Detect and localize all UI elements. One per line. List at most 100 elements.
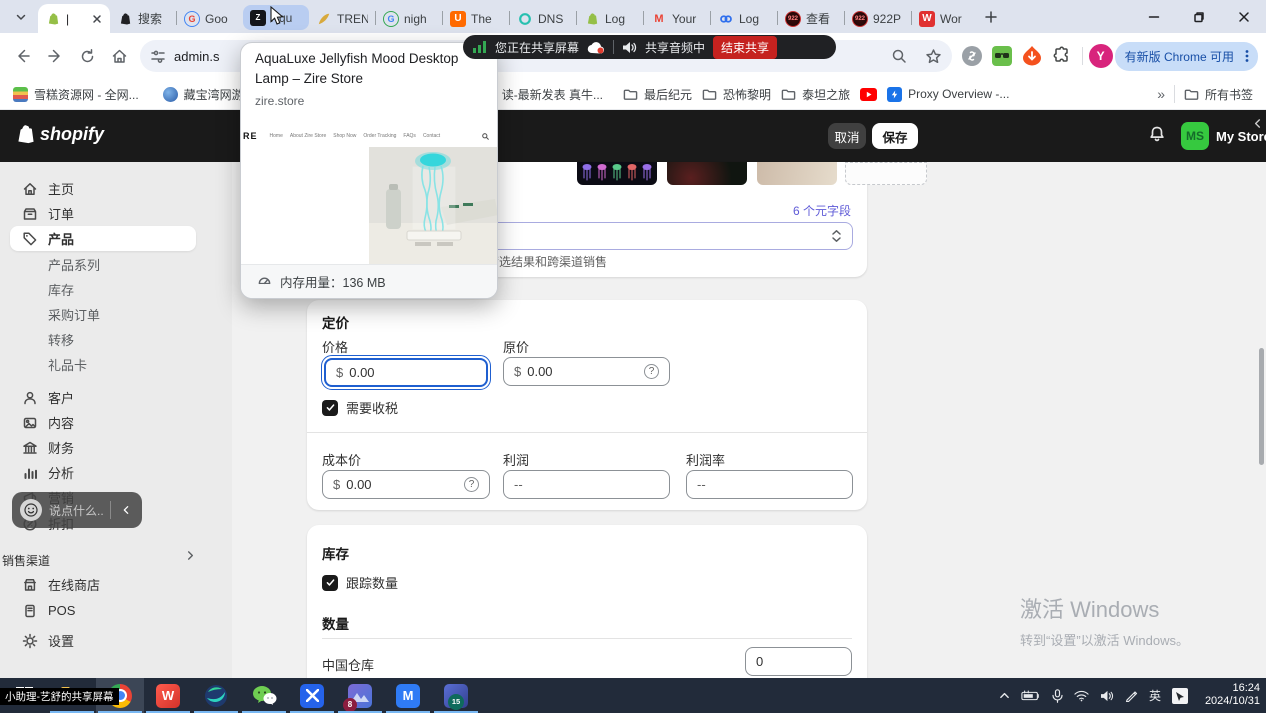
snipping-tray-icon[interactable] (1172, 688, 1188, 704)
back-icon[interactable] (8, 41, 38, 71)
sidebar-item-finances[interactable]: 财务 (10, 435, 196, 460)
compare-price-input[interactable]: $ 0.00 ? (503, 357, 670, 386)
product-image-thumbnail[interactable] (577, 162, 657, 185)
sidebar-item-orders[interactable]: 订单 (10, 201, 196, 226)
quantity-input[interactable]: 0 (745, 647, 852, 676)
wechat-taskbar-button[interactable] (240, 678, 288, 713)
tab-goo[interactable]: G Goo (177, 4, 243, 33)
sunglasses-extension-icon[interactable] (988, 42, 1016, 70)
site-info-icon[interactable] (150, 48, 166, 64)
taskbar-clock[interactable]: 16:24 2024/10/31 (1205, 682, 1260, 708)
add-media-placeholder[interactable] (845, 162, 927, 185)
metafields-link[interactable]: 6 个元字段 (793, 202, 851, 219)
help-icon[interactable]: ? (464, 477, 479, 492)
sidebar-item-gift-cards[interactable]: 礼品卡 (10, 352, 196, 377)
wps-taskbar-button[interactable]: W (144, 678, 192, 713)
tab-login1[interactable]: Log (577, 4, 643, 33)
show-hidden-icons-chevron[interactable] (999, 690, 1010, 701)
sidebar-item-analytics[interactable]: 分析 (10, 460, 196, 485)
tab-active-shopify[interactable]: | (38, 4, 110, 33)
window-restore-icon[interactable] (1176, 0, 1221, 33)
profile-avatar[interactable]: Y (1089, 44, 1113, 68)
volume-icon[interactable] (1100, 690, 1114, 702)
bookmark-xuegao[interactable]: 雪糕资源网 - 全网... (8, 83, 144, 106)
window-close-icon[interactable] (1221, 0, 1266, 33)
tab-search-shopify[interactable]: 搜索 (110, 4, 176, 33)
chat-placeholder[interactable]: 说点什么... (49, 502, 103, 519)
price-input[interactable]: $ 0.00 (324, 358, 488, 387)
microphone-icon[interactable] (1052, 689, 1063, 703)
cancel-button[interactable]: 取消 (828, 123, 866, 149)
sidebar-item-home[interactable]: 主页 (10, 176, 196, 201)
bookmarks-overflow-chevron[interactable]: » (1152, 83, 1170, 105)
new-tab-button[interactable] (978, 4, 1004, 30)
bookmark-proxy-overview[interactable]: Proxy Overview -... (882, 84, 1014, 105)
wifi-icon[interactable] (1074, 690, 1089, 702)
teal-app-taskbar-button[interactable] (192, 678, 240, 713)
checkbox-checked-icon[interactable] (322, 575, 338, 591)
sidebar-item-online-store[interactable]: 在线商店 (10, 572, 196, 597)
download-extension-icon[interactable] (1018, 42, 1046, 70)
badge15-app-taskbar-button[interactable]: 15 (432, 678, 480, 713)
blue-x-app-taskbar-button[interactable] (288, 678, 336, 713)
tab-gmail[interactable]: M Your (644, 4, 710, 33)
collapse-chevron-icon[interactable] (1252, 118, 1263, 129)
chrome-update-chip[interactable]: 有新版 Chrome 可用 (1115, 42, 1258, 71)
sidebar-item-customers[interactable]: 客户 (10, 385, 196, 410)
tab-night[interactable]: G nigh (376, 4, 442, 33)
tab-close-icon[interactable] (91, 13, 103, 25)
bookmark-cangbaowan[interactable]: 藏宝湾网游 (158, 83, 249, 106)
collapse-left-icon[interactable] (118, 505, 134, 515)
zoom-icon[interactable] (891, 48, 907, 64)
tab-trendsi[interactable]: TREN (309, 4, 375, 33)
notifications-bell-icon[interactable] (1148, 125, 1166, 143)
sidebar-item-inventory[interactable]: 库存 (10, 277, 196, 302)
sidebar-item-purchase-orders[interactable]: 采购订单 (10, 302, 196, 327)
all-bookmarks-folder[interactable]: 所有书签 (1179, 83, 1258, 106)
bookmark-folder-titan-quest[interactable]: 泰坦之旅 (776, 83, 855, 106)
cost-input[interactable]: $ 0.00 ? (322, 470, 490, 499)
assistant-chat-widget[interactable]: 说点什么... (12, 492, 142, 528)
tab-login2[interactable]: Log (711, 4, 777, 33)
bookmark-youtube[interactable] (855, 85, 882, 104)
meeting-app-taskbar-button[interactable]: M (384, 678, 432, 713)
tab-922-view[interactable]: 922 查看 (778, 4, 844, 33)
track-quantity-row[interactable]: 跟踪数量 (322, 573, 398, 592)
sidebar-item-products[interactable]: 产品 (10, 226, 196, 251)
sidebar-item-content[interactable]: 内容 (10, 410, 196, 435)
forward-icon[interactable] (40, 41, 70, 71)
sidebar-item-settings[interactable]: 设置 (10, 628, 196, 653)
tab-dns[interactable]: DNS (510, 4, 576, 33)
checkbox-checked-icon[interactable] (322, 400, 338, 416)
extensions-puzzle-icon[interactable] (1048, 42, 1076, 70)
product-image-thumbnail[interactable] (667, 162, 747, 185)
sidebar-item-collections[interactable]: 产品系列 (10, 252, 196, 277)
sidebar-item-transfers[interactable]: 转移 (10, 327, 196, 352)
chevron-right-icon[interactable] (185, 550, 196, 561)
bookmark-star-icon[interactable] (925, 48, 942, 65)
tab-the[interactable]: U The (443, 4, 509, 33)
product-image-thumbnail[interactable] (757, 162, 837, 185)
page-scrollbar-thumb[interactable] (1259, 348, 1264, 465)
battery-icon[interactable] (1021, 690, 1041, 702)
stop-sharing-button[interactable]: 结束共享 (713, 36, 777, 59)
tab-922p[interactable]: 922 922P (845, 4, 911, 33)
ime-indicator[interactable]: 英 (1149, 687, 1161, 704)
reload-icon[interactable] (72, 41, 102, 71)
window-minimize-icon[interactable] (1131, 0, 1176, 33)
tab-word[interactable]: W Wor (912, 4, 978, 33)
help-icon[interactable]: ? (644, 364, 659, 379)
store-name[interactable]: My Store (1216, 129, 1266, 144)
save-button[interactable]: 保存 (872, 123, 918, 149)
charge-tax-row[interactable]: 需要收税 (322, 398, 398, 417)
home-icon[interactable] (104, 41, 134, 71)
sidebar-item-pos[interactable]: POS (10, 598, 196, 623)
badge8-app-taskbar-button[interactable]: 8 (336, 678, 384, 713)
pen-icon[interactable] (1125, 689, 1138, 702)
link-extension-icon[interactable] (958, 42, 986, 70)
bookmark-folder-last-epoch[interactable]: 最后纪元 (618, 83, 697, 106)
tab-search-button[interactable] (8, 5, 34, 29)
store-avatar[interactable]: MS (1181, 122, 1209, 150)
bookmark-folder-grim-dawn[interactable]: 恐怖黎明 (697, 83, 776, 106)
kebab-menu-icon[interactable] (1240, 49, 1254, 63)
